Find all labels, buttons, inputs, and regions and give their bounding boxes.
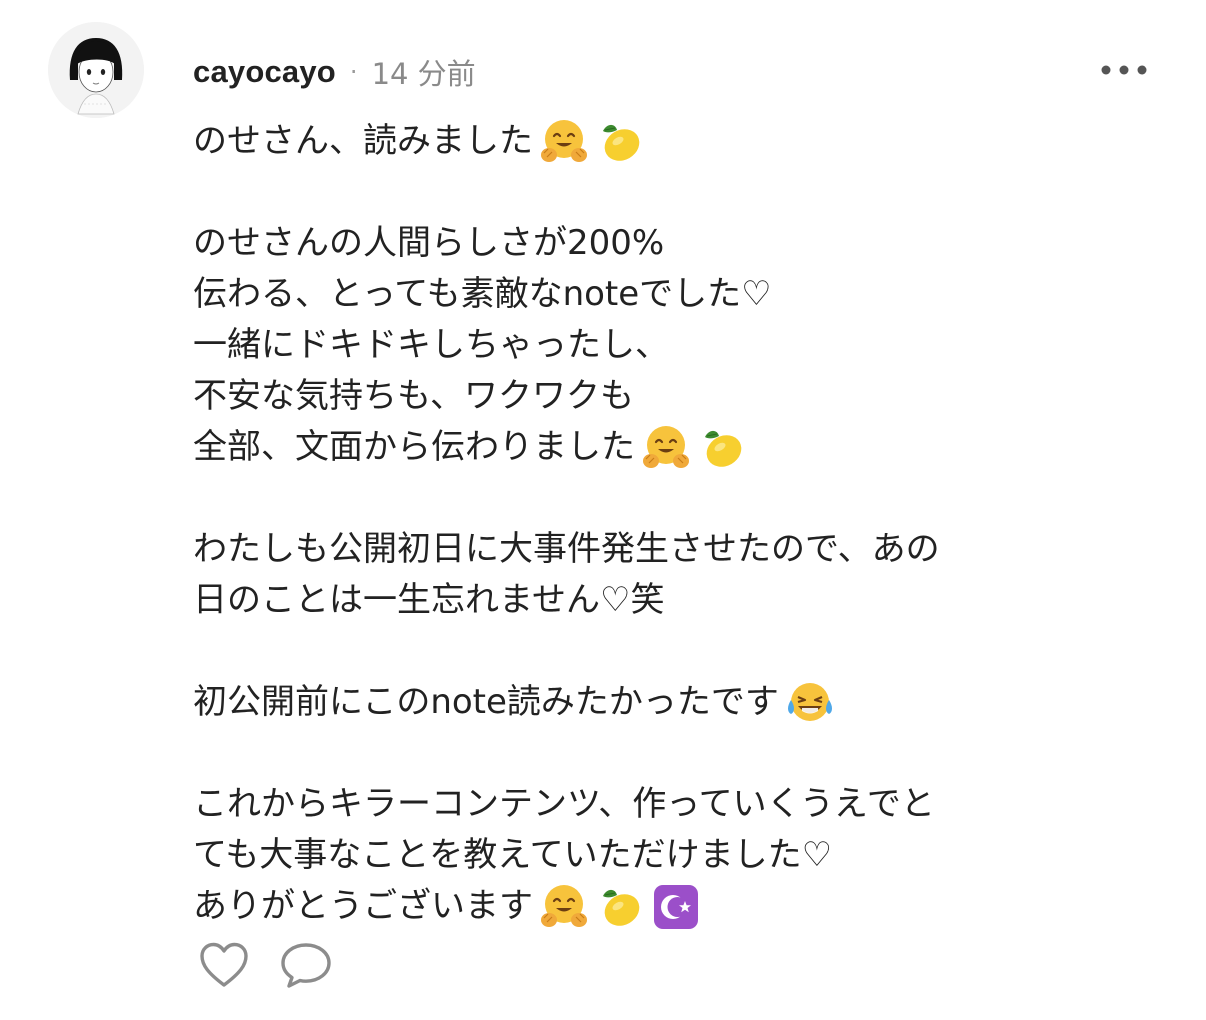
- comment-line: 日のことは一生忘れません♡笑: [193, 575, 1093, 626]
- comment-body: のせさん、読みましたのせさんの人間らしさが200% 伝わる、とっても素敵なnote…: [193, 116, 1093, 932]
- comment-line: のせさんの人間らしさが200%: [193, 218, 1093, 269]
- speech-bubble-icon: [281, 943, 331, 988]
- comment-line-text: ありがとうございます: [193, 886, 533, 926]
- comment-line: これからキラーコンテンツ、作っていくうえでと: [193, 779, 1093, 830]
- hugging-face-icon: [539, 117, 589, 167]
- comment-line-text: ても大事なことを教えていただけました♡: [193, 835, 833, 875]
- comment-actions: [193, 934, 337, 996]
- author-name[interactable]: cayocayo: [193, 54, 336, 90]
- comment-line-text: のせさんの人間らしさが200%: [193, 223, 665, 263]
- comment-line: 一緒にドキドキしちゃったし、: [193, 320, 1093, 371]
- reply-button[interactable]: [275, 934, 337, 996]
- tears-of-joy-icon: [785, 678, 835, 728]
- comment-line-text: 日のことは一生忘れません♡笑: [193, 580, 665, 620]
- comment-line-text: 不安な気持ちも、ワクワクも: [193, 376, 634, 416]
- lemon-icon: [595, 117, 645, 167]
- comment-line-text: 一緒にドキドキしちゃったし、: [193, 325, 669, 365]
- like-button[interactable]: [193, 934, 255, 996]
- comment-card: cayocayo · 14 分前 のせさん、読みましたのせさんの人間らしさが20…: [0, 0, 1206, 1020]
- comment-header: cayocayo · 14 分前: [193, 44, 476, 100]
- comment-line-text: のせさん、読みました: [193, 121, 533, 161]
- comment-line: わたしも公開初日に大事件発生させたので、あの: [193, 524, 1093, 575]
- meta-separator: ·: [349, 58, 358, 86]
- comment-line: 全部、文面から伝わりました: [193, 422, 1093, 473]
- avatar-illustration: [48, 22, 144, 118]
- comment-line-text: 初公開前にこのnote読みたかったです: [193, 682, 779, 722]
- comment-line: ても大事なことを教えていただけました♡: [193, 830, 1093, 881]
- comment-line: 不安な気持ちも、ワクワクも: [193, 371, 1093, 422]
- timestamp: 14 分前: [371, 57, 476, 91]
- more-options-button[interactable]: [1092, 52, 1156, 88]
- comment-line: 伝わる、とっても素敵なnoteでした♡: [193, 269, 1093, 320]
- hugging-face-icon: [539, 882, 589, 932]
- comment-line-text: 全部、文面から伝わりました: [193, 427, 635, 467]
- comment-line-text: 伝わる、とっても素敵なnoteでした♡: [193, 274, 772, 314]
- comment-line: ありがとうございます: [193, 881, 1093, 932]
- star-and-crescent-icon: [651, 882, 701, 932]
- comment-line: のせさん、読みました: [193, 116, 1093, 167]
- comment-line-text: わたしも公開初日に大事件発生させたので、あの: [193, 529, 940, 569]
- lemon-icon: [595, 882, 645, 932]
- avatar[interactable]: [48, 22, 144, 118]
- comment-line-text: これからキラーコンテンツ、作っていくうえでと: [193, 784, 935, 824]
- ellipsis-icon: [1101, 65, 1147, 75]
- comment-line: 初公開前にこのnote読みたかったです: [193, 677, 1093, 728]
- lemon-icon: [697, 423, 747, 473]
- heart-icon: [200, 942, 248, 987]
- hugging-face-icon: [641, 423, 691, 473]
